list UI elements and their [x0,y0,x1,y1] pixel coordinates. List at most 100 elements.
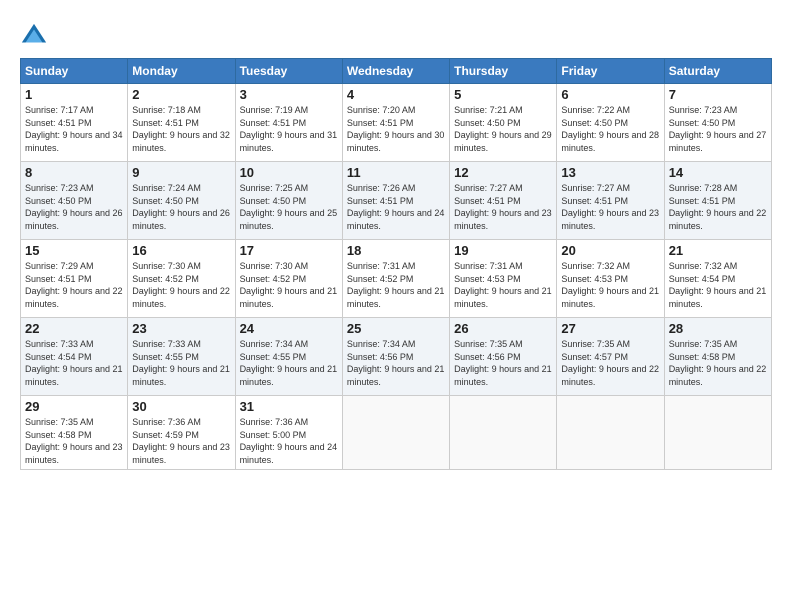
day-cell-28: 28 Sunrise: 7:35 AM Sunset: 4:58 PM Dayl… [664,318,771,396]
day-info: Sunrise: 7:34 AM Sunset: 4:56 PM Dayligh… [347,338,445,388]
day-cell-6: 6 Sunrise: 7:22 AM Sunset: 4:50 PM Dayli… [557,84,664,162]
day-cell-3: 3 Sunrise: 7:19 AM Sunset: 4:51 PM Dayli… [235,84,342,162]
day-number: 10 [240,165,338,180]
logo-icon [20,22,48,50]
weekday-header-friday: Friday [557,59,664,84]
empty-cell [342,396,449,470]
day-info: Sunrise: 7:26 AM Sunset: 4:51 PM Dayligh… [347,182,445,232]
day-cell-1: 1 Sunrise: 7:17 AM Sunset: 4:51 PM Dayli… [21,84,128,162]
day-cell-30: 30 Sunrise: 7:36 AM Sunset: 4:59 PM Dayl… [128,396,235,470]
day-cell-24: 24 Sunrise: 7:34 AM Sunset: 4:55 PM Dayl… [235,318,342,396]
day-cell-26: 26 Sunrise: 7:35 AM Sunset: 4:56 PM Dayl… [450,318,557,396]
day-info: Sunrise: 7:20 AM Sunset: 4:51 PM Dayligh… [347,104,445,154]
day-number: 19 [454,243,552,258]
day-info: Sunrise: 7:22 AM Sunset: 4:50 PM Dayligh… [561,104,659,154]
day-cell-29: 29 Sunrise: 7:35 AM Sunset: 4:58 PM Dayl… [21,396,128,470]
day-info: Sunrise: 7:32 AM Sunset: 4:54 PM Dayligh… [669,260,767,310]
day-cell-22: 22 Sunrise: 7:33 AM Sunset: 4:54 PM Dayl… [21,318,128,396]
weekday-header-row: SundayMondayTuesdayWednesdayThursdayFrid… [21,59,772,84]
day-number: 20 [561,243,659,258]
day-number: 30 [132,399,230,414]
day-cell-20: 20 Sunrise: 7:32 AM Sunset: 4:53 PM Dayl… [557,240,664,318]
day-number: 7 [669,87,767,102]
empty-cell [557,396,664,470]
day-info: Sunrise: 7:36 AM Sunset: 4:59 PM Dayligh… [132,416,230,466]
day-number: 16 [132,243,230,258]
day-cell-5: 5 Sunrise: 7:21 AM Sunset: 4:50 PM Dayli… [450,84,557,162]
day-cell-7: 7 Sunrise: 7:23 AM Sunset: 4:50 PM Dayli… [664,84,771,162]
day-number: 2 [132,87,230,102]
day-number: 29 [25,399,123,414]
day-info: Sunrise: 7:23 AM Sunset: 4:50 PM Dayligh… [25,182,123,232]
day-number: 12 [454,165,552,180]
week-row-5: 29 Sunrise: 7:35 AM Sunset: 4:58 PM Dayl… [21,396,772,470]
week-row-4: 22 Sunrise: 7:33 AM Sunset: 4:54 PM Dayl… [21,318,772,396]
day-number: 4 [347,87,445,102]
day-number: 24 [240,321,338,336]
day-cell-4: 4 Sunrise: 7:20 AM Sunset: 4:51 PM Dayli… [342,84,449,162]
logo [20,22,52,50]
day-cell-8: 8 Sunrise: 7:23 AM Sunset: 4:50 PM Dayli… [21,162,128,240]
day-number: 27 [561,321,659,336]
day-info: Sunrise: 7:21 AM Sunset: 4:50 PM Dayligh… [454,104,552,154]
day-number: 13 [561,165,659,180]
week-row-2: 8 Sunrise: 7:23 AM Sunset: 4:50 PM Dayli… [21,162,772,240]
weekday-header-saturday: Saturday [664,59,771,84]
day-cell-23: 23 Sunrise: 7:33 AM Sunset: 4:55 PM Dayl… [128,318,235,396]
day-info: Sunrise: 7:24 AM Sunset: 4:50 PM Dayligh… [132,182,230,232]
day-cell-25: 25 Sunrise: 7:34 AM Sunset: 4:56 PM Dayl… [342,318,449,396]
day-cell-31: 31 Sunrise: 7:36 AM Sunset: 5:00 PM Dayl… [235,396,342,470]
day-cell-21: 21 Sunrise: 7:32 AM Sunset: 4:54 PM Dayl… [664,240,771,318]
day-info: Sunrise: 7:31 AM Sunset: 4:53 PM Dayligh… [454,260,552,310]
day-info: Sunrise: 7:19 AM Sunset: 4:51 PM Dayligh… [240,104,338,154]
day-cell-10: 10 Sunrise: 7:25 AM Sunset: 4:50 PM Dayl… [235,162,342,240]
day-number: 14 [669,165,767,180]
day-cell-13: 13 Sunrise: 7:27 AM Sunset: 4:51 PM Dayl… [557,162,664,240]
day-number: 11 [347,165,445,180]
day-cell-11: 11 Sunrise: 7:26 AM Sunset: 4:51 PM Dayl… [342,162,449,240]
day-info: Sunrise: 7:30 AM Sunset: 4:52 PM Dayligh… [132,260,230,310]
empty-cell [450,396,557,470]
day-cell-15: 15 Sunrise: 7:29 AM Sunset: 4:51 PM Dayl… [21,240,128,318]
day-number: 17 [240,243,338,258]
day-cell-14: 14 Sunrise: 7:28 AM Sunset: 4:51 PM Dayl… [664,162,771,240]
day-number: 28 [669,321,767,336]
day-number: 1 [25,87,123,102]
day-info: Sunrise: 7:36 AM Sunset: 5:00 PM Dayligh… [240,416,338,466]
weekday-header-tuesday: Tuesday [235,59,342,84]
day-cell-2: 2 Sunrise: 7:18 AM Sunset: 4:51 PM Dayli… [128,84,235,162]
day-number: 6 [561,87,659,102]
day-number: 25 [347,321,445,336]
day-number: 5 [454,87,552,102]
day-info: Sunrise: 7:27 AM Sunset: 4:51 PM Dayligh… [561,182,659,232]
day-info: Sunrise: 7:34 AM Sunset: 4:55 PM Dayligh… [240,338,338,388]
calendar-page: SundayMondayTuesdayWednesdayThursdayFrid… [0,0,792,612]
weekday-header-sunday: Sunday [21,59,128,84]
day-info: Sunrise: 7:29 AM Sunset: 4:51 PM Dayligh… [25,260,123,310]
day-info: Sunrise: 7:33 AM Sunset: 4:54 PM Dayligh… [25,338,123,388]
day-number: 9 [132,165,230,180]
day-info: Sunrise: 7:25 AM Sunset: 4:50 PM Dayligh… [240,182,338,232]
week-row-3: 15 Sunrise: 7:29 AM Sunset: 4:51 PM Dayl… [21,240,772,318]
day-info: Sunrise: 7:18 AM Sunset: 4:51 PM Dayligh… [132,104,230,154]
day-number: 26 [454,321,552,336]
day-cell-16: 16 Sunrise: 7:30 AM Sunset: 4:52 PM Dayl… [128,240,235,318]
day-info: Sunrise: 7:31 AM Sunset: 4:52 PM Dayligh… [347,260,445,310]
empty-cell [664,396,771,470]
day-info: Sunrise: 7:33 AM Sunset: 4:55 PM Dayligh… [132,338,230,388]
day-number: 23 [132,321,230,336]
day-info: Sunrise: 7:17 AM Sunset: 4:51 PM Dayligh… [25,104,123,154]
day-info: Sunrise: 7:27 AM Sunset: 4:51 PM Dayligh… [454,182,552,232]
day-number: 18 [347,243,445,258]
day-number: 31 [240,399,338,414]
day-info: Sunrise: 7:35 AM Sunset: 4:58 PM Dayligh… [669,338,767,388]
weekday-header-thursday: Thursday [450,59,557,84]
day-cell-19: 19 Sunrise: 7:31 AM Sunset: 4:53 PM Dayl… [450,240,557,318]
day-info: Sunrise: 7:30 AM Sunset: 4:52 PM Dayligh… [240,260,338,310]
day-info: Sunrise: 7:23 AM Sunset: 4:50 PM Dayligh… [669,104,767,154]
day-info: Sunrise: 7:35 AM Sunset: 4:56 PM Dayligh… [454,338,552,388]
day-cell-17: 17 Sunrise: 7:30 AM Sunset: 4:52 PM Dayl… [235,240,342,318]
day-cell-27: 27 Sunrise: 7:35 AM Sunset: 4:57 PM Dayl… [557,318,664,396]
day-info: Sunrise: 7:35 AM Sunset: 4:58 PM Dayligh… [25,416,123,466]
day-cell-12: 12 Sunrise: 7:27 AM Sunset: 4:51 PM Dayl… [450,162,557,240]
